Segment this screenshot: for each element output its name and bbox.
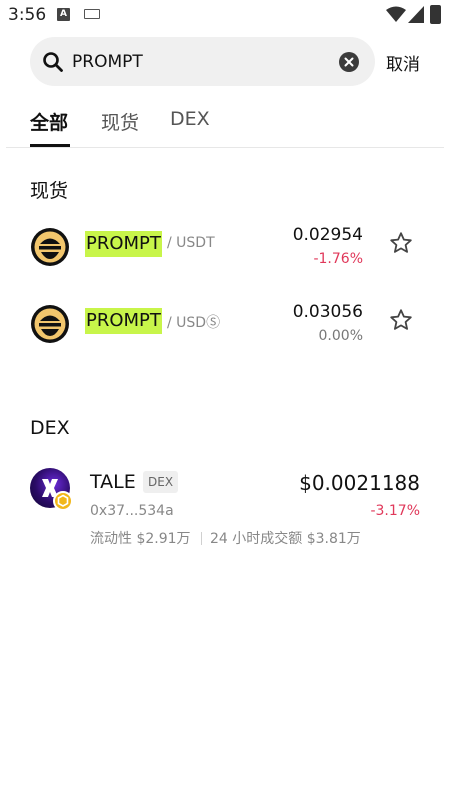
tab-spot[interactable]: 现货 bbox=[101, 108, 139, 135]
pair-base-symbol: PROMPT bbox=[85, 231, 162, 257]
search-bar[interactable] bbox=[30, 37, 375, 86]
last-price: 0.03056 bbox=[292, 302, 363, 322]
pair-quote-symbol: / USDT bbox=[167, 235, 215, 251]
spot-section-title: 现货 bbox=[30, 180, 69, 202]
clear-search-icon[interactable] bbox=[339, 52, 359, 72]
token-name: TALE bbox=[90, 471, 136, 493]
tab-dex[interactable]: DEX bbox=[170, 108, 210, 130]
favorite-star-icon[interactable] bbox=[389, 308, 413, 332]
cancel-button[interactable]: 取消 bbox=[386, 50, 420, 75]
tab-all[interactable]: 全部 bbox=[30, 108, 68, 135]
keyboard-icon bbox=[84, 9, 100, 19]
dex-badge: DEX bbox=[143, 471, 179, 493]
tabs-divider bbox=[6, 147, 444, 148]
price-change: -3.17% bbox=[370, 503, 420, 519]
pair-base-symbol: PROMPT bbox=[85, 308, 162, 334]
signal-icon bbox=[408, 6, 424, 23]
search-icon bbox=[43, 52, 63, 72]
search-input[interactable] bbox=[72, 48, 332, 75]
battery-icon bbox=[430, 5, 441, 24]
category-tabs: 全部 现货 DEX bbox=[0, 100, 450, 148]
last-price: 0.02954 bbox=[292, 225, 363, 245]
dex-list-item[interactable]: TALE DEX $0.0021188 0x37...534a -3.17% 流… bbox=[0, 462, 450, 557]
wifi-icon bbox=[386, 6, 406, 22]
prompt-coin-icon bbox=[31, 228, 69, 266]
pair-quote-symbol: / USDⓈ bbox=[167, 315, 221, 331]
price-change: -1.76% bbox=[313, 251, 363, 267]
liquidity-value: 流动性 $2.91万 bbox=[90, 531, 191, 547]
spot-list-item[interactable]: PROMPT / USDⓈ 0.03056 0.00% bbox=[0, 295, 450, 355]
token-price: $0.0021188 bbox=[299, 471, 420, 495]
favorite-star-icon[interactable] bbox=[389, 231, 413, 255]
status-time: 3:56 bbox=[8, 5, 47, 25]
contract-address: 0x37...534a bbox=[90, 503, 174, 519]
spot-list-item[interactable]: PROMPT / USDT 0.02954 -1.76% bbox=[0, 218, 450, 278]
volume-24h-value: 24 小时成交额 $3.81万 bbox=[210, 531, 361, 547]
prompt-coin-icon bbox=[31, 305, 69, 343]
dex-section-title: DEX bbox=[30, 417, 70, 439]
stats-divider bbox=[201, 532, 202, 545]
bnb-chain-badge-icon bbox=[53, 491, 73, 511]
status-bar: 3:56 A bbox=[0, 0, 450, 32]
search-results-page: 3:56 A 取消 全部 现货 DEX 现货 bbox=[0, 0, 450, 801]
price-change: 0.00% bbox=[318, 328, 363, 344]
a-notification-icon: A bbox=[57, 8, 70, 21]
